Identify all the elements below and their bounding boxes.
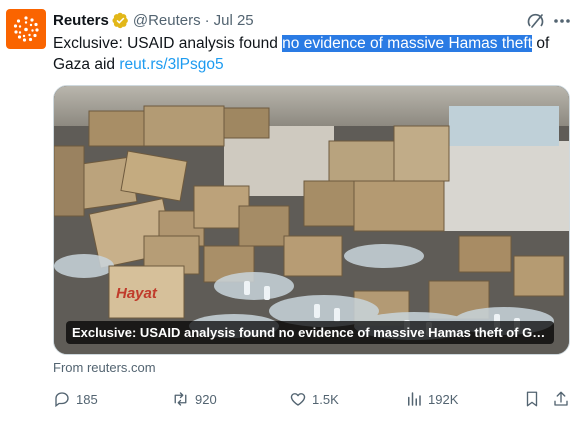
action-bar: 185 920 1.5K 192K bbox=[53, 388, 571, 410]
timestamp[interactable]: Jul 25 bbox=[214, 12, 254, 29]
like-count: 1.5K bbox=[312, 391, 339, 407]
views-icon bbox=[408, 392, 421, 406]
reply-icon bbox=[55, 392, 69, 408]
link-source[interactable]: From reuters.com bbox=[53, 360, 156, 375]
reuters-logo bbox=[13, 16, 39, 42]
tweet-card[interactable]: Reuters @Reuters · Jul 25 Exclusive: USA… bbox=[0, 0, 581, 421]
repost-icon bbox=[174, 392, 187, 406]
reply-button[interactable]: 185 bbox=[53, 388, 98, 410]
article-card[interactable]: Hayat Exclusive: USAID analysis found no… bbox=[53, 85, 570, 355]
tweet-text-part: Exclusive: USAID analysis found bbox=[53, 35, 283, 52]
display-name[interactable]: Reuters bbox=[53, 12, 109, 29]
like-icon bbox=[290, 393, 306, 406]
article-link[interactable]: reut.rs/3lPsgo5 bbox=[119, 56, 223, 73]
view-count: 192K bbox=[428, 391, 459, 407]
repost-count: 920 bbox=[195, 391, 217, 407]
bookmark-button[interactable] bbox=[523, 388, 541, 410]
more-icon[interactable] bbox=[551, 11, 573, 31]
share-button[interactable] bbox=[552, 388, 570, 410]
repost-button[interactable]: 920 bbox=[171, 388, 217, 410]
grok-icon[interactable] bbox=[526, 11, 546, 31]
box-print-text: Hayat bbox=[116, 285, 158, 302]
article-photo: Hayat bbox=[54, 86, 569, 354]
tweet-header: Reuters @Reuters · Jul 25 bbox=[53, 10, 254, 30]
media-caption: Exclusive: USAID analysis found no evide… bbox=[66, 321, 554, 344]
share-icon bbox=[554, 391, 568, 406]
like-button[interactable]: 1.5K bbox=[289, 388, 339, 410]
verified-badge-icon bbox=[112, 12, 129, 29]
bookmark-icon bbox=[526, 391, 538, 407]
reply-count: 185 bbox=[76, 391, 98, 407]
handle[interactable]: @Reuters bbox=[133, 12, 201, 29]
separator-dot: · bbox=[204, 11, 210, 29]
avatar[interactable] bbox=[6, 9, 46, 49]
views-button[interactable]: 192K bbox=[405, 388, 458, 410]
selected-text[interactable]: no evidence of massive Hamas theft bbox=[282, 35, 533, 52]
tweet-text: Exclusive: USAID analysis found no evide… bbox=[53, 33, 568, 75]
